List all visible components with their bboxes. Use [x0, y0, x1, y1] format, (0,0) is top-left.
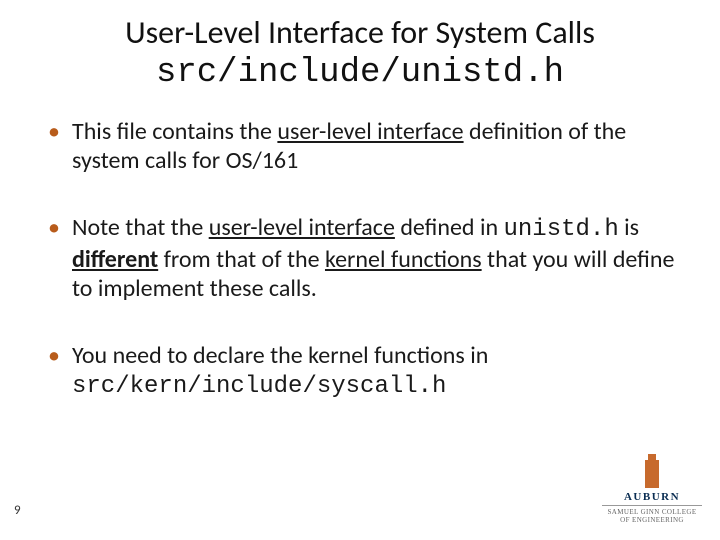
slide: User-Level Interface for System Calls sr… [0, 0, 720, 540]
title-code-path: src/include/unistd.h [156, 54, 564, 92]
tower-icon [645, 460, 659, 488]
code-text: unistd.h [504, 216, 619, 243]
slide-title: User-Level Interface for System Calls sr… [44, 14, 676, 93]
bullet-3: You need to declare the kernel functions… [44, 341, 676, 402]
title-line1: User-Level Interface for System Calls [125, 13, 595, 52]
bullet-2: Note that the user-level interface defin… [44, 213, 676, 303]
logo-subtitle: SAMUEL GINN COLLEGE OF ENGINEERING [602, 505, 702, 524]
underlined-text: user-level interface [209, 213, 395, 242]
bullet-1: This file contains the user-level interf… [44, 117, 676, 176]
bullet-list: This file contains the user-level interf… [44, 117, 676, 402]
auburn-logo: AUBURN SAMUEL GINN COLLEGE OF ENGINEERIN… [602, 460, 702, 524]
code-text: src/kern/include/syscall.h [72, 373, 446, 400]
logo-name: AUBURN [602, 491, 702, 503]
text: defined in [395, 213, 504, 242]
text: from that of the [158, 245, 325, 274]
underlined-text: kernel functions [325, 245, 482, 274]
page-number: 9 [14, 503, 21, 518]
text: is [619, 213, 639, 242]
bold-underlined-text: different [72, 245, 158, 274]
text: You need to declare the kernel functions… [72, 341, 488, 370]
text: Note that the [72, 213, 209, 242]
underlined-text: user-level interface [277, 117, 463, 146]
text: This file contains the [72, 117, 277, 146]
